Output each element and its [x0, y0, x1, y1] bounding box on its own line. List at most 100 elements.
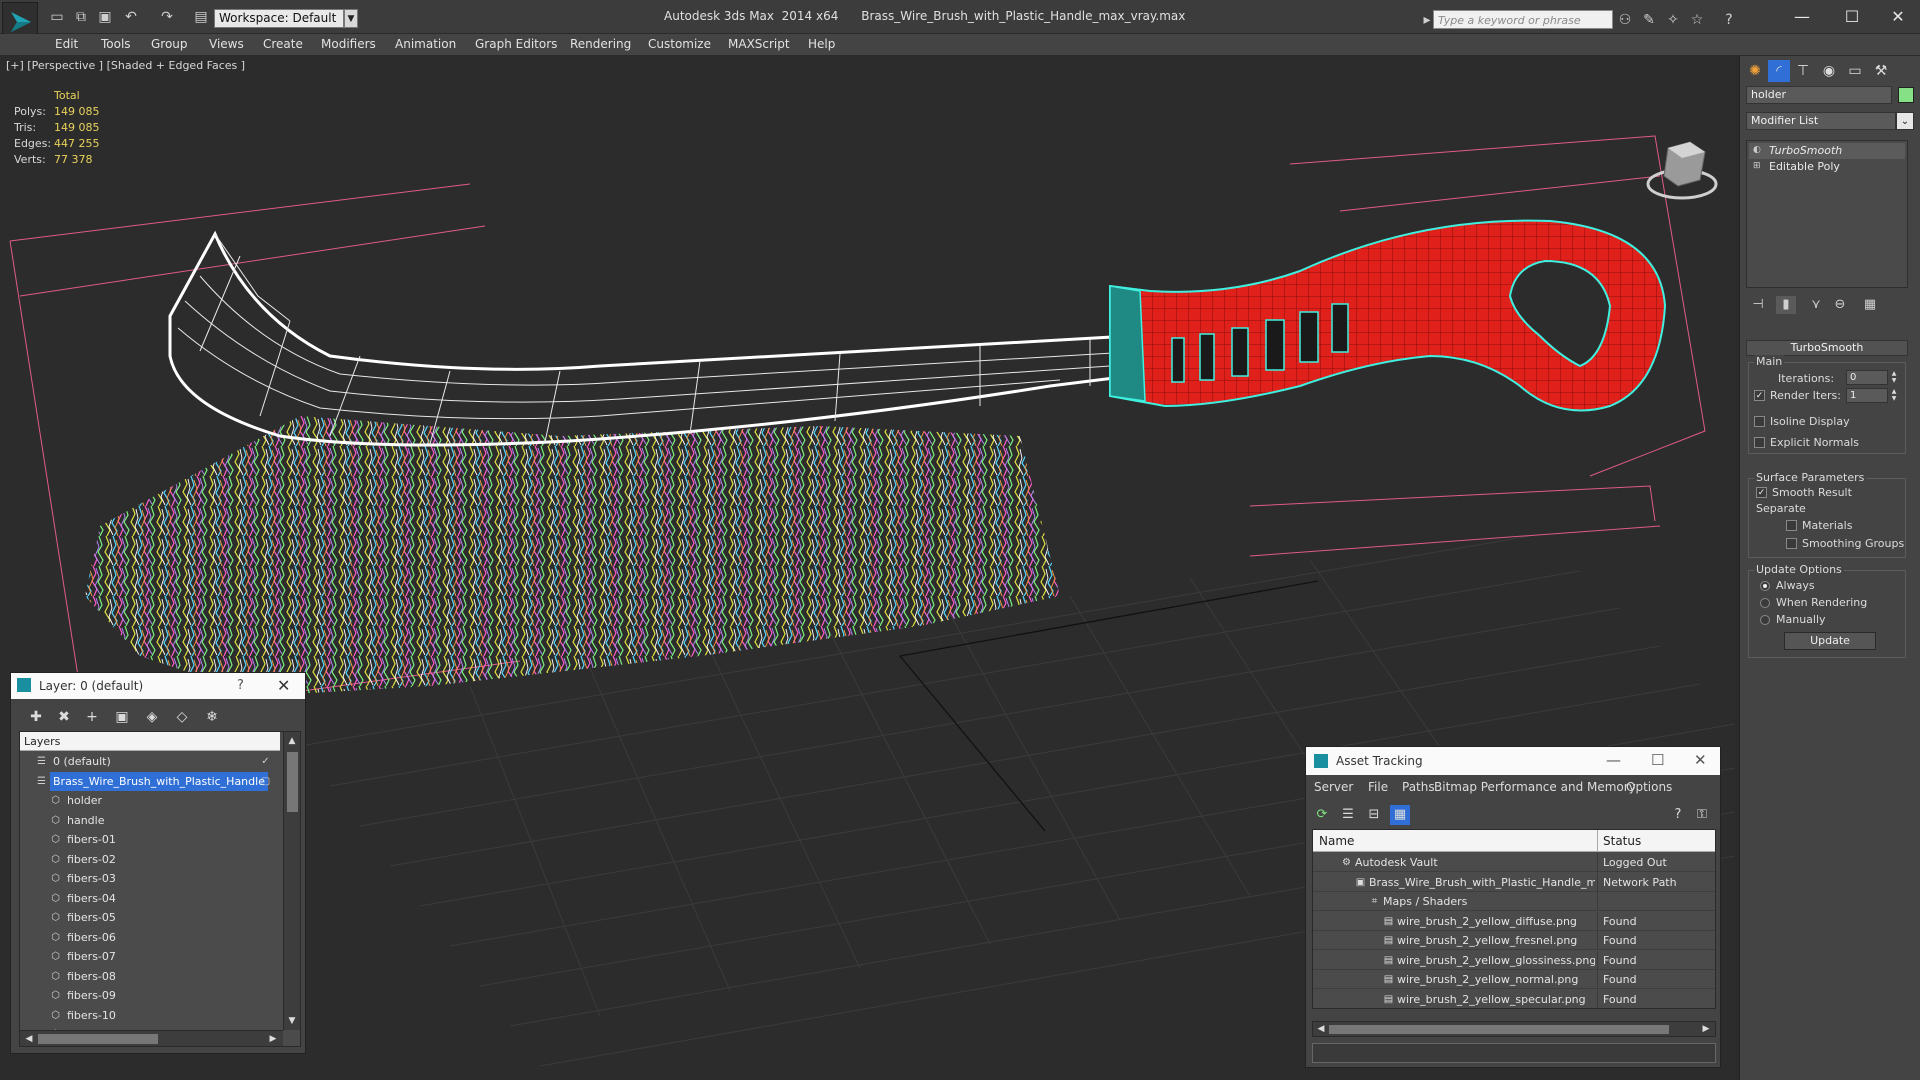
delete-layer-icon[interactable]: ✖ [53, 706, 75, 728]
layer-row[interactable]: ⬡ fibers-08 [20, 967, 280, 986]
isoline-display-checkbox[interactable] [1754, 416, 1765, 427]
asset-row[interactable]: ▣Brass_Wire_Brush_with_Plastic_Handle_ma… [1313, 872, 1715, 892]
layer-row[interactable]: ⬡ fibers-06 [20, 928, 280, 947]
spinner-arrows-icon[interactable]: ▲ ▼ [1890, 388, 1898, 403]
iterations-spinner[interactable]: 0 [1846, 370, 1888, 385]
minimize-button[interactable]: — [1780, 4, 1824, 30]
pin-stack-icon[interactable]: ⊣ [1748, 296, 1768, 314]
brush-handle-mesh[interactable] [1109, 219, 1667, 412]
help-icon[interactable]: ? [237, 678, 244, 693]
scroll-left-icon[interactable]: ◀ [22, 1032, 36, 1046]
turbosmooth-rollout-header[interactable]: TurboSmooth [1746, 340, 1908, 356]
render-iters-spinner[interactable]: 1 [1846, 388, 1888, 403]
menu-help[interactable]: Help [808, 37, 835, 51]
asset-table-horizontal-scrollbar[interactable]: ◀ ▶ [1312, 1021, 1716, 1037]
select-objects-icon[interactable]: ▣ [111, 706, 133, 728]
layer-row[interactable]: ⬡ fibers-03 [20, 869, 280, 888]
asset-menu-server[interactable]: Server [1314, 780, 1353, 794]
new-file-icon[interactable]: ▭ [48, 8, 66, 26]
menu-animation[interactable]: Animation [395, 37, 456, 51]
menu-graph-editors[interactable]: Graph Editors [475, 37, 557, 51]
new-layer-icon[interactable]: ✚ [25, 706, 47, 728]
layer-dialog-titlebar[interactable]: Layer: 0 (default) ? ✕ [11, 673, 305, 699]
project-folder-icon[interactable]: ▤ [192, 8, 210, 26]
menu-views[interactable]: Views [209, 37, 244, 51]
create-tab-icon[interactable]: ✺ [1744, 60, 1766, 82]
asset-row[interactable]: ▤ wire_brush_2_yellow_normal.png Found [1313, 970, 1715, 989]
maximize-icon[interactable]: ☐ [1651, 751, 1664, 769]
scroll-right-icon[interactable]: ▶ [1699, 1022, 1713, 1036]
asset-row[interactable]: ⌗ Maps / Shaders [1313, 892, 1715, 911]
log-in-icon[interactable]: ⚿ [1692, 805, 1712, 825]
scroll-left-icon[interactable]: ◀ [1314, 1022, 1328, 1036]
hide-toggle-icon[interactable]: ▢ [260, 776, 271, 787]
layer-list-vertical-scrollbar[interactable]: ▲ ▼ [283, 732, 300, 1030]
viewport-label[interactable]: [+] [Perspective ] [Shaded + Edged Faces… [6, 59, 245, 72]
asset-path-field[interactable] [1312, 1043, 1716, 1063]
display-tab-icon[interactable]: ▭ [1844, 60, 1866, 82]
layer-row[interactable]: ⬡ handle [20, 811, 280, 830]
refresh-icon[interactable]: ⟳ [1312, 805, 1332, 825]
layer-row[interactable]: ⬡ fibers-01 [20, 830, 280, 849]
motion-tab-icon[interactable]: ◉ [1818, 60, 1840, 82]
layer-row[interactable]: ☰ 0 (default) ✓ [20, 752, 280, 771]
lightbulb-icon[interactable]: ◐ [1753, 146, 1762, 155]
scrollbar-thumb[interactable] [1329, 1025, 1669, 1034]
help-icon[interactable]: ? [1668, 805, 1688, 825]
asset-menu-file[interactable]: File [1368, 780, 1388, 794]
asset-row[interactable]: ▤ wire_brush_2_yellow_fresnel.png Found [1313, 931, 1715, 950]
update-always-radio[interactable] [1760, 581, 1770, 591]
tree-view-icon[interactable]: ⊟ [1364, 805, 1384, 825]
spinner-arrows-icon[interactable]: ▲ ▼ [1890, 370, 1898, 385]
show-end-result-icon[interactable]: ▮ [1776, 296, 1796, 314]
close-button[interactable]: ✕ [1876, 4, 1920, 30]
menu-customize[interactable]: Customize [648, 37, 711, 51]
menu-tools[interactable]: Tools [101, 37, 131, 51]
asset-menu-paths[interactable]: Paths [1402, 780, 1435, 794]
asset-menu-bitmap-performance[interactable]: Bitmap Performance and Memory [1434, 780, 1636, 794]
hide-layers-icon[interactable]: ◇ [171, 706, 193, 728]
scrollbar-thumb[interactable] [38, 1034, 158, 1044]
maximize-button[interactable]: ☐ [1830, 4, 1874, 30]
update-button[interactable]: Update [1784, 632, 1876, 650]
asset-row[interactable]: ▤ wire_brush_2_yellow_diffuse.png Found [1313, 911, 1715, 931]
layer-row[interactable]: ⬡ fibers-10 [20, 1006, 280, 1025]
object-name-field[interactable]: holder [1746, 86, 1892, 104]
smooth-result-checkbox[interactable]: ✓ [1756, 487, 1767, 498]
asset-row[interactable]: ⚙ Autodesk Vault Logged Out [1313, 853, 1715, 872]
object-color-swatch[interactable] [1898, 87, 1914, 103]
smoothing-groups-checkbox[interactable] [1786, 538, 1797, 549]
freeze-layers-icon[interactable]: ❄ [201, 706, 223, 728]
menu-edit[interactable]: Edit [55, 37, 78, 51]
layer-row[interactable]: ⬡ holder [20, 791, 280, 810]
menu-maxscript[interactable]: MAXScript [728, 37, 790, 51]
save-file-icon[interactable]: ▣ [96, 8, 114, 26]
current-layer-check-icon[interactable]: ✓ [260, 756, 271, 767]
configure-modifier-sets-icon[interactable]: ▦ [1860, 296, 1880, 314]
update-manually-radio[interactable] [1760, 615, 1770, 625]
subscription-icon[interactable]: ✎ [1640, 11, 1658, 29]
layer-row[interactable]: ☰ Brass_Wire_Brush_with_Plastic_Handle ▢ [20, 771, 280, 791]
scroll-down-icon[interactable]: ▼ [285, 1014, 299, 1028]
binoculars-icon[interactable]: ⚇ [1616, 11, 1634, 29]
explicit-normals-checkbox[interactable] [1754, 437, 1765, 448]
update-when-rendering-radio[interactable] [1760, 598, 1770, 608]
scroll-right-icon[interactable]: ▶ [266, 1032, 280, 1046]
list-view-icon[interactable]: ☰ [1338, 805, 1358, 825]
chevron-down-icon[interactable]: ▼ [344, 9, 358, 28]
layer-row[interactable]: ⬡ fibers-02 [20, 850, 280, 869]
brush-holder-wireframe[interactable] [168, 230, 1132, 447]
favorites-star-icon[interactable]: ☆ [1688, 11, 1706, 29]
layer-row[interactable]: ⬡ fibers-09 [20, 986, 280, 1005]
render-iters-checkbox[interactable]: ✓ [1754, 390, 1765, 401]
asset-row[interactable]: ▤ wire_brush_2_yellow_glossiness.png Found [1313, 950, 1715, 970]
asset-menu-options[interactable]: Options [1626, 780, 1672, 794]
utilities-tab-icon[interactable]: ⚒ [1870, 60, 1892, 82]
menu-modifiers[interactable]: Modifiers [321, 37, 376, 51]
hierarchy-tab-icon[interactable]: ⊤ [1792, 60, 1814, 82]
modify-tab-icon[interactable]: ◜ [1768, 60, 1790, 82]
workspace-dropdown[interactable]: Workspace: Default [214, 9, 344, 28]
menu-create[interactable]: Create [263, 37, 303, 51]
stack-item-editable-poly[interactable]: ⊞ Editable Poly [1749, 159, 1905, 175]
undo-icon[interactable]: ↶ [122, 8, 140, 26]
